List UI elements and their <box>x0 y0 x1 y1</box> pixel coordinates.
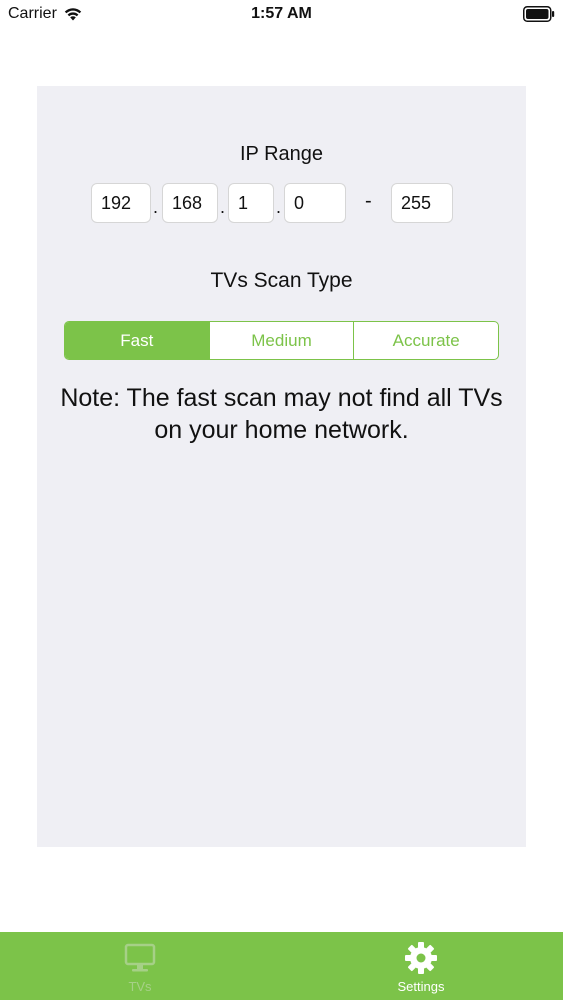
tv-icon <box>124 943 156 972</box>
battery-icon <box>523 6 555 22</box>
ip-octet-3-input[interactable]: 1 <box>228 183 274 223</box>
tab-bar: TVs Settings <box>0 932 563 1000</box>
tab-tvs-label: TVs <box>128 979 152 994</box>
tab-settings[interactable]: Settings <box>351 932 491 1000</box>
scan-note-text: Note: The fast scan may not find all TVs… <box>60 384 503 444</box>
scan-type-segmented-control: Fast Medium Accurate <box>64 321 499 360</box>
scan-type-title: TVs Scan Type <box>210 269 353 292</box>
status-bar: Carrier 1:57 AM <box>0 0 563 30</box>
tab-settings-label: Settings <box>397 979 445 994</box>
ip-dot-separator: . <box>220 197 226 217</box>
scan-type-fast-segment[interactable]: Fast <box>65 322 209 359</box>
ip-range-dash: - <box>365 190 372 212</box>
ip-octet-1-input[interactable]: 192 <box>91 183 151 223</box>
ip-range-title: IP Range <box>239 143 324 165</box>
scan-type-accurate-segment[interactable]: Accurate <box>353 322 498 359</box>
status-time: 1:57 AM <box>251 5 312 22</box>
ip-dot-separator: . <box>276 197 282 217</box>
ip-octet-4-input[interactable]: 0 <box>284 183 346 223</box>
ip-octet-2-input[interactable]: 168 <box>162 183 218 223</box>
gear-icon <box>405 942 437 974</box>
ip-range-end-input[interactable]: 255 <box>391 183 453 223</box>
ip-dot-separator: . <box>153 197 159 217</box>
tab-tvs[interactable]: TVs <box>70 932 210 1000</box>
settings-panel: IP Range 192 . 168 . 1 . 0 - 255 TVs Sca… <box>37 86 526 847</box>
scan-type-medium-segment[interactable]: Medium <box>208 322 354 359</box>
